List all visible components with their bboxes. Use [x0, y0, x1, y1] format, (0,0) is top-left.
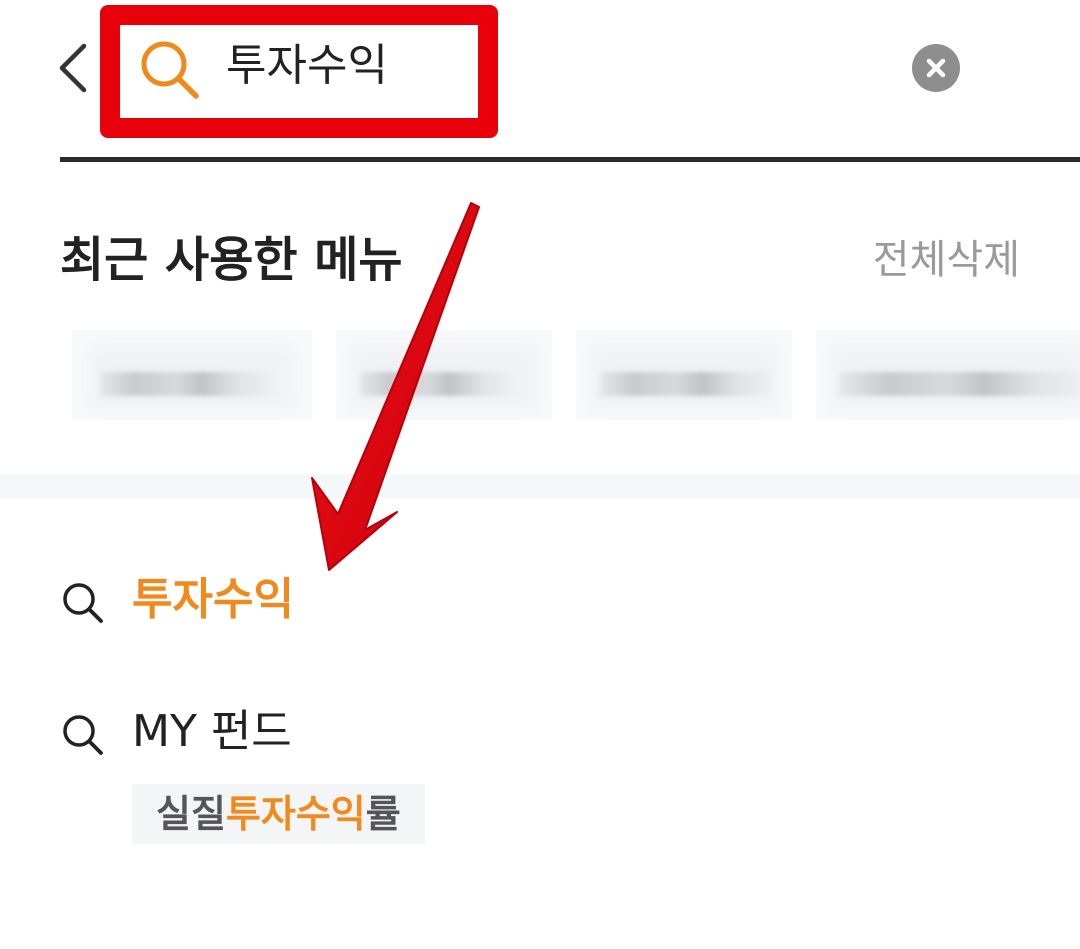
- search-underline: [60, 157, 1080, 162]
- sub-result-prefix: 실질: [156, 792, 226, 836]
- section-divider: [0, 474, 1080, 498]
- chevron-left-icon: [59, 43, 87, 93]
- delete-all-button[interactable]: 전체삭제: [873, 234, 1020, 286]
- search-icon: [141, 41, 199, 99]
- close-icon: [926, 58, 946, 78]
- search-icon: [63, 715, 103, 755]
- recent-menu-chip[interactable]: [336, 330, 552, 420]
- sub-result-chip[interactable]: 실질투자수익률: [132, 784, 425, 844]
- recent-menu-chip[interactable]: [576, 330, 792, 420]
- recent-menu-chip[interactable]: [816, 330, 1080, 420]
- search-input[interactable]: [226, 36, 466, 96]
- recent-menu-chips: [72, 330, 1080, 422]
- search-result-label: 투자수익: [132, 574, 294, 625]
- search-result-label: MY 펀드: [132, 706, 292, 757]
- search-result-item[interactable]: 투자수익: [60, 562, 1020, 642]
- clear-search-button[interactable]: [912, 44, 960, 92]
- back-button[interactable]: [52, 38, 96, 98]
- sub-result-suffix: 률: [365, 792, 401, 836]
- sub-result-highlight: 투자수익: [225, 792, 366, 836]
- search-result-item[interactable]: MY 펀드: [60, 694, 1020, 774]
- search-icon: [63, 583, 103, 623]
- search-page: 최근 사용한 메뉴 전체삭제 투자수익: [0, 0, 1080, 949]
- recent-menu-chip[interactable]: [72, 330, 312, 420]
- recent-menu-title: 최근 사용한 메뉴: [60, 232, 403, 288]
